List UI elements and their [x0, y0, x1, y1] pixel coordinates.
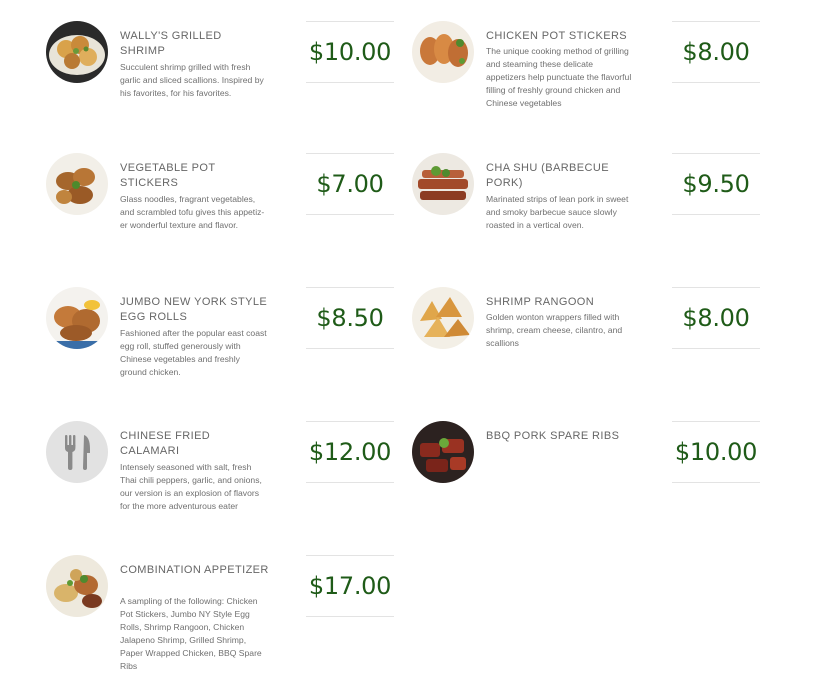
item-description: Glass noodles, fragrant vegetables, and … [120, 194, 265, 230]
rangoon-photo [412, 287, 474, 349]
menu-item-cha-shu: CHA SHU (BARBECUE PORK) Marinated strips… [412, 153, 772, 273]
item-name: SHRIMP RANGOON [486, 296, 595, 308]
item-price: $12.00 [308, 438, 392, 466]
menu-item-combination-appetizer: COMBINATION APPETIZER A sampling of the … [46, 555, 406, 675]
item-description: Intensely seasoned with salt, fresh Thai… [120, 462, 262, 511]
item-price: $10.00 [674, 438, 758, 466]
item-name: JUMBO NEW YORK STYLE EGG ROLLS [120, 296, 268, 323]
menu-item-vegetable-pot-stickers: VEGETABLE POT STICKERS Glass noodles, fr… [46, 153, 406, 273]
potstickers-photo [46, 153, 108, 215]
item-description: A sampling of the following: Chicken Pot… [120, 596, 262, 671]
price-box: $8.50 [306, 287, 394, 349]
price-box: $8.00 [672, 287, 760, 349]
shrimp-photo [46, 21, 108, 83]
eggroll-photo [46, 287, 108, 349]
item-name: WALLY'S GRILLED SHRIMP [120, 30, 222, 57]
item-price: $10.00 [308, 38, 392, 66]
menu-item-shrimp-rangoon: SHRIMP RANGOON Golden wonton wrappers fi… [412, 287, 772, 407]
item-price: $8.50 [316, 304, 384, 332]
utensils-icon [46, 421, 108, 483]
item-name: CHICKEN POT STICKERS [486, 30, 628, 42]
spareribs-photo [412, 421, 474, 483]
menu-item-egg-rolls: JUMBO NEW YORK STYLE EGG ROLLS Fashioned… [46, 287, 406, 407]
item-description: The unique cooking method of grilling an… [486, 46, 632, 108]
price-box: $12.00 [306, 421, 394, 483]
price-box: $9.50 [672, 153, 760, 215]
chicken-potstickers-photo [412, 21, 474, 83]
item-price: $8.00 [682, 304, 750, 332]
item-price: $9.50 [682, 170, 750, 198]
menu-item-chicken-pot-stickers: CHICKEN POT STICKERS The unique cooking … [412, 21, 772, 141]
item-description: Golden wonton wrappers filled with shrim… [486, 312, 623, 348]
price-box: $10.00 [672, 421, 760, 483]
menu-item-bbq-spare-ribs: BBQ PORK SPARE RIBS $10.00 [412, 421, 772, 541]
menu-item-fried-calamari: CHINESE FRIED CALAMARI Intensely seasone… [46, 421, 406, 541]
price-box: $10.00 [306, 21, 394, 83]
chashu-photo [412, 153, 474, 215]
item-description: Fashioned after the popular east coast e… [120, 328, 267, 377]
item-description: Marinated strips of lean pork in sweet a… [486, 194, 629, 230]
item-description: Succulent shrimp grilled with fresh garl… [120, 62, 264, 98]
item-name: BBQ PORK SPARE RIBS [486, 430, 620, 442]
item-name: CHINESE FRIED CALAMARI [120, 430, 211, 457]
item-price: $7.00 [316, 170, 384, 198]
price-box: $8.00 [672, 21, 760, 83]
menu-item-grilled-shrimp: WALLY'S GRILLED SHRIMP Succulent shrimp … [46, 21, 406, 141]
item-name: VEGETABLE POT STICKERS [120, 162, 216, 189]
combo-photo [46, 555, 108, 617]
price-box: $17.00 [306, 555, 394, 617]
price-box: $7.00 [306, 153, 394, 215]
item-price: $17.00 [308, 572, 392, 600]
item-price: $8.00 [682, 38, 750, 66]
item-name: CHA SHU (BARBECUE PORK) [486, 162, 609, 189]
item-name: COMBINATION APPETIZER [120, 564, 269, 576]
